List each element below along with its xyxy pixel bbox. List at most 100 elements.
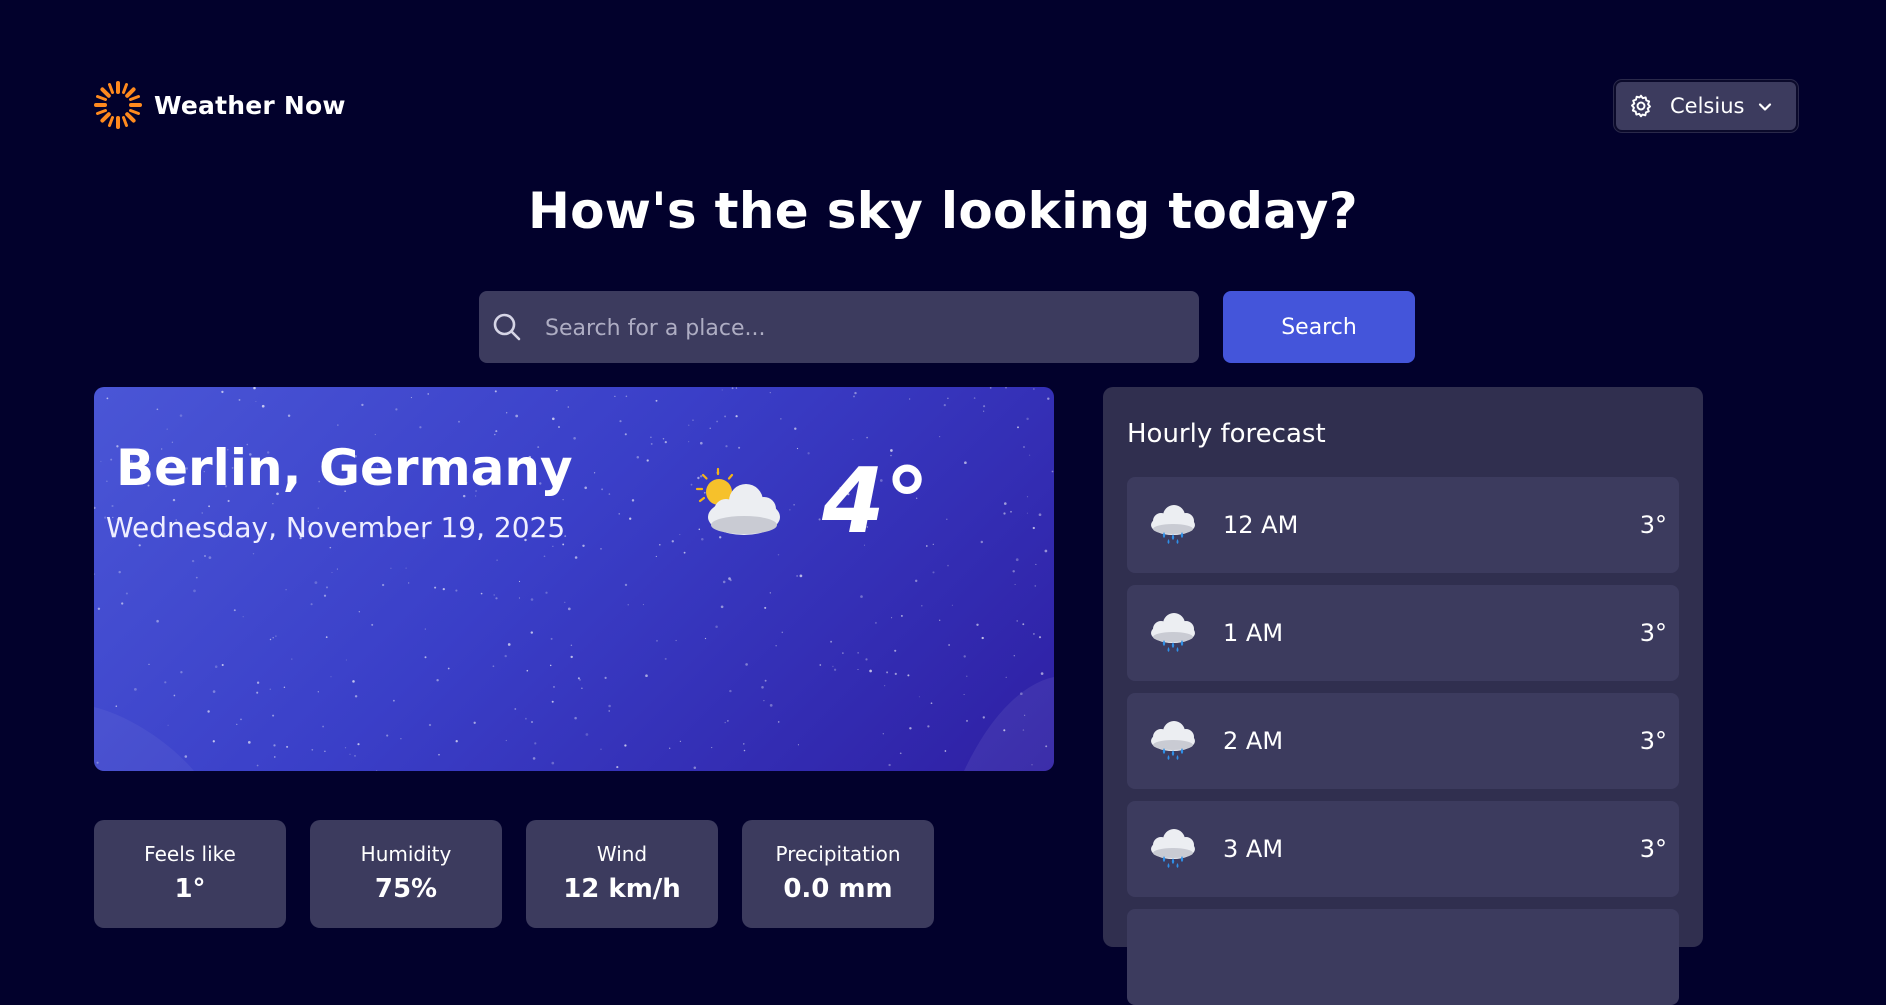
star-dot xyxy=(874,621,877,624)
star-dot xyxy=(94,573,96,576)
star-dot xyxy=(167,724,169,726)
star-dot xyxy=(386,734,389,737)
star-dot xyxy=(1003,729,1006,732)
stat-label: Feels like xyxy=(144,842,236,866)
star-dot xyxy=(842,652,844,654)
star-dot xyxy=(238,398,241,401)
search-button[interactable]: Search xyxy=(1223,291,1415,363)
star-dot xyxy=(797,744,799,746)
star-dot xyxy=(458,420,460,423)
star-dot xyxy=(976,623,979,627)
star-dot xyxy=(447,667,450,670)
star-dot xyxy=(573,437,576,440)
hourly-item[interactable]: 3 AM 3° xyxy=(1127,801,1679,897)
star-dot xyxy=(325,586,329,589)
star-dot xyxy=(505,739,507,742)
star-dot xyxy=(311,748,314,751)
star-dot xyxy=(193,589,196,593)
star-dot xyxy=(983,410,985,412)
star-dot xyxy=(567,406,570,408)
star-dot xyxy=(645,674,648,678)
star-dot xyxy=(574,556,578,559)
star-dot xyxy=(650,436,652,439)
star-dot xyxy=(148,663,150,666)
star-dot xyxy=(553,686,555,688)
star-dot xyxy=(731,387,734,390)
star-dot xyxy=(291,658,293,660)
star-dot xyxy=(221,390,224,394)
hourly-item-partial[interactable] xyxy=(1127,909,1679,1005)
hourly-item[interactable]: 12 AM 3° xyxy=(1127,477,1679,573)
star-dot xyxy=(980,540,984,544)
search-input[interactable] xyxy=(543,291,1187,365)
star-dot xyxy=(427,393,429,395)
search-bar[interactable] xyxy=(479,291,1199,365)
star-dot xyxy=(180,671,183,674)
star-dot xyxy=(781,631,784,634)
star-dot xyxy=(1051,470,1054,473)
star-dot xyxy=(585,733,589,736)
star-dot xyxy=(891,617,893,619)
star-dot xyxy=(530,720,534,724)
logo[interactable]: Weather Now xyxy=(94,80,346,130)
star-dot xyxy=(138,544,141,547)
star-dot xyxy=(424,628,426,630)
star-dot xyxy=(966,719,968,722)
star-dot xyxy=(769,391,771,394)
star-dot xyxy=(743,743,745,745)
star-dot xyxy=(551,700,554,703)
header: Weather Now Celsius xyxy=(94,80,1798,136)
hourly-temp: 3° xyxy=(1639,619,1667,647)
star-dot xyxy=(725,445,728,448)
star-dot xyxy=(1010,510,1012,513)
star-dot xyxy=(374,433,376,436)
star-dot xyxy=(1032,632,1035,635)
star-dot xyxy=(865,658,868,661)
search-icon xyxy=(493,313,521,341)
chevron-down-icon xyxy=(1758,103,1772,111)
star-dot xyxy=(646,459,649,462)
star-dot xyxy=(361,403,364,407)
star-dot xyxy=(1024,714,1026,716)
star-dot xyxy=(331,571,333,574)
star-dot xyxy=(1047,397,1050,400)
star-dot xyxy=(582,544,585,548)
hourly-time: 12 AM xyxy=(1223,511,1299,539)
star-dot xyxy=(683,551,686,554)
star-dot xyxy=(96,761,99,764)
current-temperature: 4° xyxy=(822,449,930,554)
star-dot xyxy=(951,604,953,606)
star-dot xyxy=(789,509,791,511)
star-dot xyxy=(408,582,410,584)
star-dot xyxy=(504,654,507,658)
star-dot xyxy=(650,442,653,445)
star-dot xyxy=(574,716,577,720)
star-dot xyxy=(455,589,458,592)
units-dropdown-button[interactable]: Celsius xyxy=(1614,80,1798,132)
star-dot xyxy=(233,609,236,612)
star-dot xyxy=(720,605,724,609)
star-dot xyxy=(627,604,629,606)
star-dot xyxy=(907,674,910,677)
star-dot xyxy=(989,387,992,389)
star-dot xyxy=(699,441,703,445)
star-dot xyxy=(948,644,950,646)
star-dot xyxy=(442,587,445,591)
star-dot xyxy=(624,433,627,436)
star-dot xyxy=(604,676,607,679)
star-dot xyxy=(558,426,560,428)
units-label: Celsius xyxy=(1670,94,1745,118)
star-dot xyxy=(191,559,195,563)
star-dot xyxy=(354,695,358,698)
star-dot xyxy=(496,559,498,562)
star-dot xyxy=(376,769,378,771)
star-dot xyxy=(629,517,632,520)
star-dot xyxy=(97,607,101,610)
hourly-item[interactable]: 1 AM 3° xyxy=(1127,585,1679,681)
star-dot xyxy=(853,395,855,398)
star-dot xyxy=(671,540,674,543)
star-dot xyxy=(506,412,508,414)
star-dot xyxy=(918,696,920,698)
star-dot xyxy=(581,687,583,689)
hourly-item[interactable]: 2 AM 3° xyxy=(1127,693,1679,789)
